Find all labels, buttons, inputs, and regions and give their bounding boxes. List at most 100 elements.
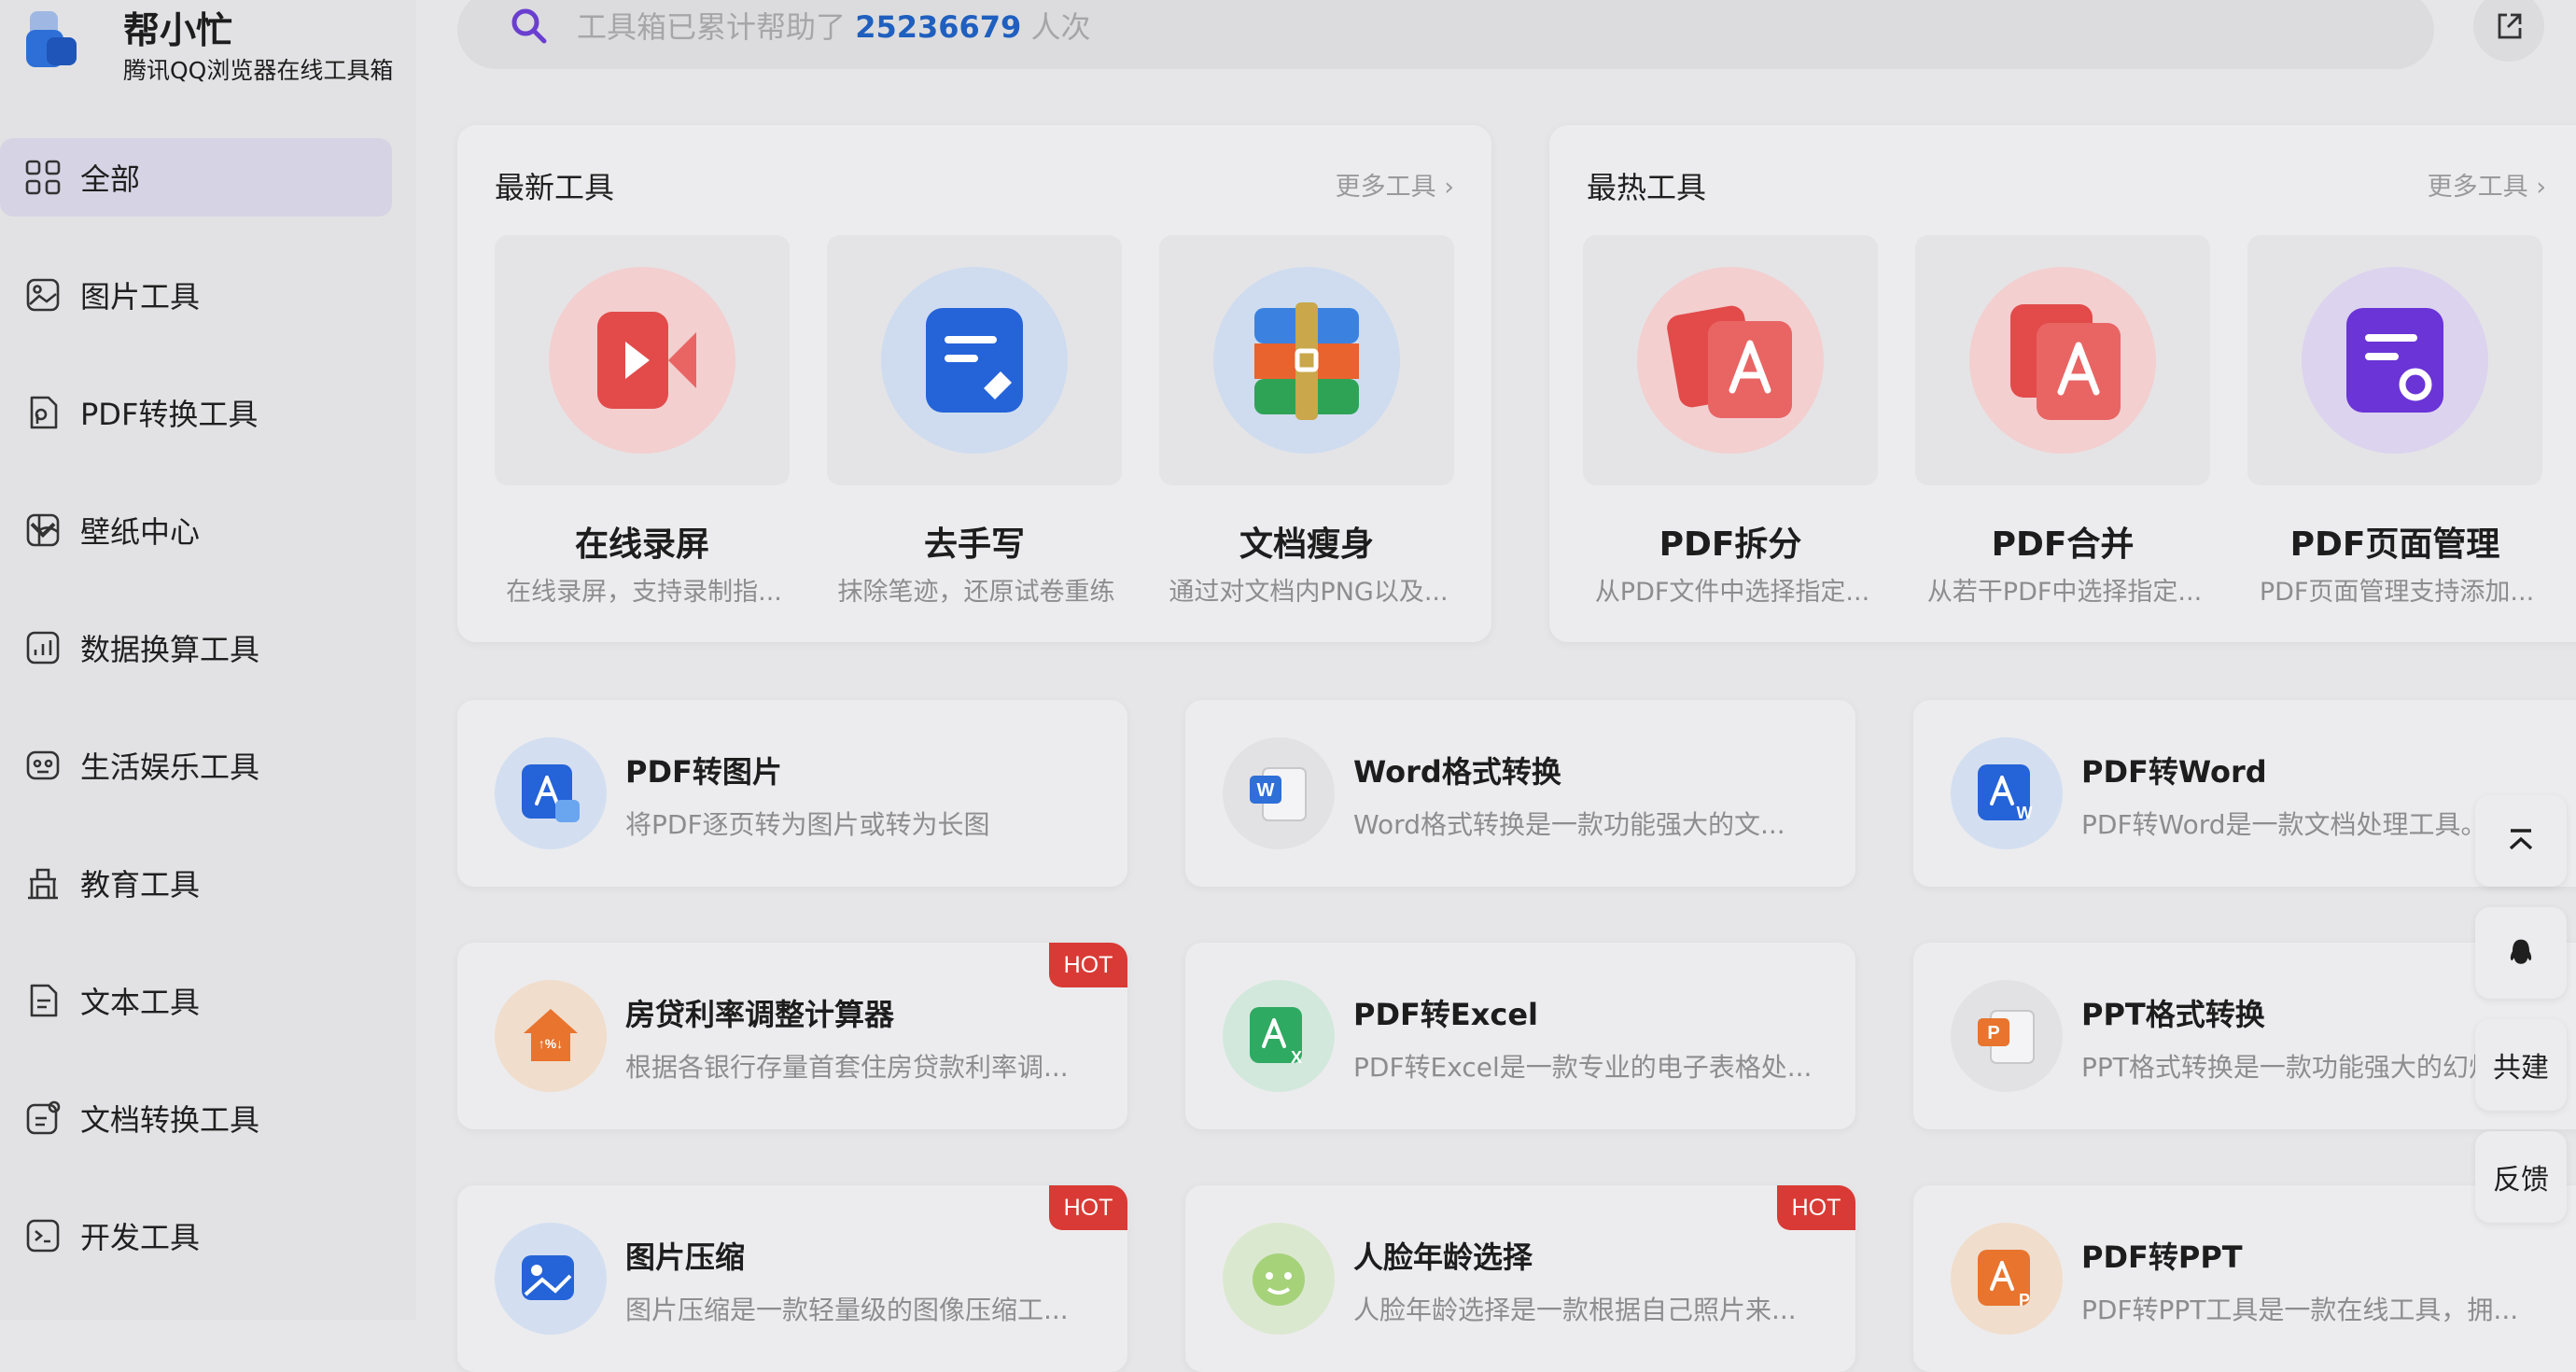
search-placeholder: 工具箱已累计帮助了 25236679 人次 (577, 4, 1091, 47)
share-button[interactable] (2473, 0, 2544, 62)
compress-doc-icon (1254, 302, 1359, 420)
sidebar-item-doc-convert[interactable]: 文档转换工具 (0, 1079, 392, 1157)
logo-icon (26, 11, 77, 67)
sidebar-item-text-tools[interactable]: 文本工具 (0, 961, 392, 1040)
card-title: 房贷利率调整计算器 (625, 997, 895, 1032)
svg-text:X: X (1291, 1048, 1302, 1067)
tool-name: 在线录屏 (574, 525, 709, 564)
card-title: 人脸年龄选择 (1353, 1239, 1533, 1275)
search-input[interactable]: 工具箱已累计帮助了 25236679 人次 (457, 0, 2434, 69)
card-title: PDF转Word (2081, 754, 2267, 790)
code-icon (26, 1219, 60, 1253)
sidebar-item-data-tools[interactable]: 数据换算工具 (0, 609, 392, 687)
card-icon-circle (1223, 1223, 1335, 1335)
tool-desc: 从PDF文件中选择指定... (1594, 578, 1870, 607)
search-prefix: 工具箱已累计帮助了 (577, 9, 847, 45)
more-tools-label: 更多工具 (2427, 173, 2528, 202)
qq-penguin-icon (2510, 939, 2532, 964)
tool-desc: PDF页面管理支持添加... (2259, 578, 2535, 607)
sidebar-item-pdf-tools[interactable]: PDF转换工具 (0, 373, 392, 452)
word-convert-icon: W (1250, 767, 1307, 821)
card-title: PDF转PPT (2081, 1239, 2243, 1275)
tool-icon-circle (1969, 267, 2156, 454)
card-icon-circle (495, 1223, 607, 1335)
card-title: PPT格式转换 (2081, 997, 2265, 1032)
svg-text:W: W (2017, 804, 2033, 822)
tool-icon-circle (1213, 267, 1400, 454)
more-tools-link[interactable]: 更多工具 › (2428, 166, 2546, 203)
sidebar-item-label: 图片工具 (80, 279, 201, 315)
card-title: 图片压缩 (625, 1239, 746, 1275)
tool-card[interactable]: ↑%↓ 房贷利率调整计算器 根据各银行存量首套住房贷款利率调... HOT (457, 943, 1127, 1129)
back-to-top-button[interactable] (2475, 795, 2567, 887)
card-icon-circle: W (1223, 737, 1335, 849)
help-count: 25236679 (855, 9, 1022, 45)
sidebar-item-label: PDF转换工具 (80, 397, 259, 432)
tool-desc: 在线录屏，支持录制指... (506, 578, 782, 607)
face-age-icon (1253, 1253, 1305, 1306)
tool-card[interactable]: W Word格式转换 Word格式转换是一款功能强大的文... (1185, 700, 1855, 887)
card-desc: 人脸年龄选择是一款根据自己照片来... (1353, 1295, 1797, 1325)
newest-tools-panel: 最新工具 更多工具 › 在线录屏 在线录屏，支持录制指... 去手写 抹除笔迹，… (457, 125, 1491, 642)
chart-icon (26, 631, 60, 665)
tool-card[interactable]: PDF转图片 将PDF逐页转为图片或转为长图 (457, 700, 1127, 887)
sidebar-item-life-tools[interactable]: 生活娱乐工具 (0, 726, 392, 805)
sidebar-item-dev-tools[interactable]: 开发工具 (0, 1197, 392, 1275)
image-compress-icon (522, 1255, 574, 1300)
pdf-to-image-icon (522, 764, 580, 822)
pdf-page-manage-icon (2346, 308, 2443, 413)
sidebar-item-wallpaper[interactable]: 壁纸中心 (0, 491, 392, 569)
card-icon-circle (495, 737, 607, 849)
tool-card[interactable]: 图片压缩 图片压缩是一款轻量级的图像压缩工... HOT (457, 1185, 1127, 1372)
tool-name: 去手写 (923, 525, 1025, 564)
pdf-to-excel-icon: X (1250, 1007, 1302, 1067)
pdf-split-icon (1667, 305, 1792, 418)
sidebar-item-label: 文本工具 (80, 985, 201, 1020)
card-desc: 将PDF逐页转为图片或转为长图 (625, 809, 990, 840)
feedback-label: 反馈 (2493, 1164, 2549, 1197)
sidebar-item-image-tools[interactable]: 图片工具 (0, 256, 392, 334)
svg-text:W: W (1257, 780, 1275, 801)
tool-icon-circle (549, 267, 735, 454)
feedback-button[interactable]: 反馈 (2475, 1131, 2567, 1223)
panel-title: 最热工具 (1587, 170, 1707, 205)
gamepad-icon (26, 750, 60, 780)
back-to-top-icon (2509, 829, 2533, 850)
sidebar-item-education[interactable]: 教育工具 (0, 844, 392, 922)
grid-icon (25, 160, 61, 195)
sidebar-item-label: 教育工具 (80, 867, 201, 903)
search-icon (511, 8, 547, 44)
chevron-down-icon[interactable] (24, 511, 62, 549)
erase-handwriting-icon (926, 308, 1023, 413)
document-convert-icon (26, 1100, 61, 1135)
screen-record-icon (597, 312, 696, 409)
build-label: 共建 (2493, 1052, 2549, 1085)
card-icon-circle: W (1951, 737, 2063, 849)
ppt-convert-icon: P (1978, 1010, 2035, 1064)
education-icon (28, 868, 58, 900)
card-title: Word格式转换 (1353, 754, 1561, 790)
tool-name: PDF合并 (1991, 525, 2135, 564)
tool-name: PDF页面管理 (2289, 525, 2500, 564)
svg-text:P: P (2019, 1291, 2030, 1309)
card-icon-circle: P (1951, 980, 2063, 1092)
text-icon (30, 984, 58, 1017)
qq-button[interactable] (2475, 907, 2567, 999)
tool-card[interactable]: X PDF转Excel PDF转Excel是一款专业的电子表格处... (1185, 943, 1855, 1129)
tool-name: PDF拆分 (1659, 525, 1802, 564)
tool-icon-circle (1637, 267, 1824, 454)
tool-card[interactable]: 人脸年龄选择 人脸年龄选择是一款根据自己照片来... HOT (1185, 1185, 1855, 1372)
panel-title: 最新工具 (495, 170, 615, 205)
card-title: PDF转图片 (625, 754, 782, 790)
tool-name: 文档瘦身 (1239, 525, 1374, 564)
pdf-merge-icon (2010, 304, 2121, 420)
more-tools-link[interactable]: 更多工具 › (1336, 166, 1454, 203)
sidebar-item-label: 全部 (80, 161, 141, 197)
search-suffix: 人次 (1030, 9, 1091, 45)
tool-desc: 抹除笔迹，还原试卷重练 (837, 578, 1115, 607)
build-button[interactable]: 共建 (2475, 1019, 2567, 1111)
sidebar-item-all[interactable]: 全部 (0, 138, 392, 217)
sidebar-item-label: 壁纸中心 (80, 514, 201, 550)
hot-badge: HOT (1049, 943, 1127, 987)
tool-icon-circle (2302, 267, 2488, 454)
